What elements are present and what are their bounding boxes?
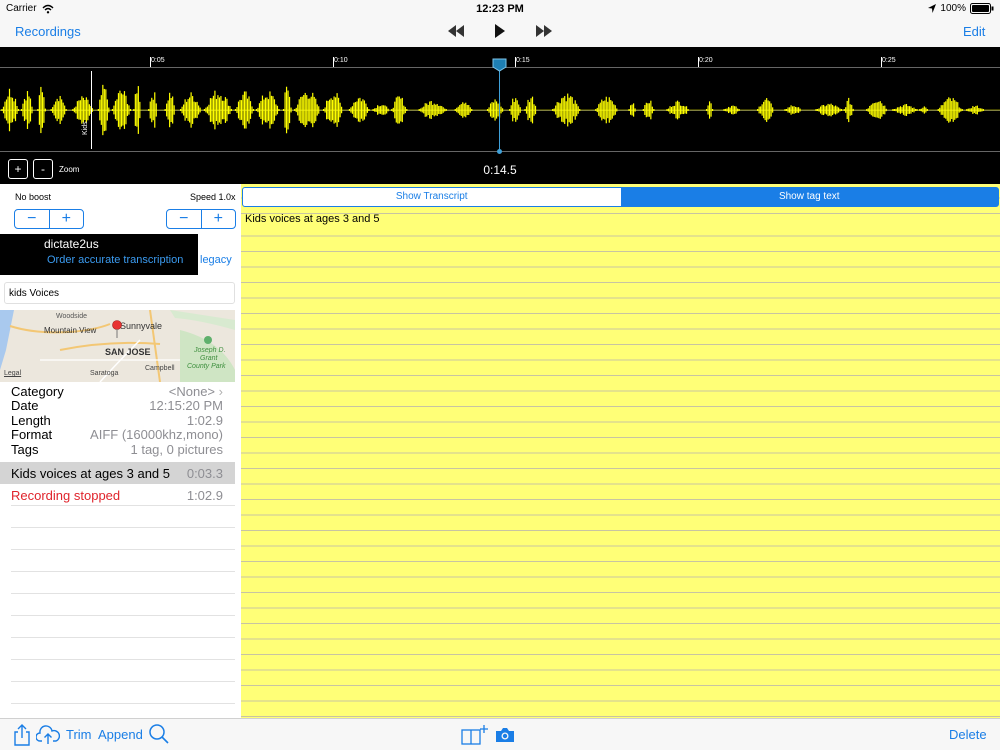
tag-time: 0:03.3 [186, 466, 223, 481]
info-label: Date [11, 398, 39, 413]
info-row-length: Length 1:02.9 [11, 413, 223, 428]
waveform-area[interactable]: 0:05 0:10 0:15 0:20 0:25 Kids + - Zoom 0… [0, 47, 1000, 184]
boost-stepper[interactable]: − + [14, 209, 84, 229]
fast-forward-icon[interactable] [536, 25, 552, 37]
show-tag-text-tab[interactable]: Show tag text [620, 188, 998, 206]
info-value: <None> [168, 384, 216, 399]
map-label: Joseph D. [194, 347, 226, 354]
speed-stepper[interactable]: − + [166, 209, 236, 229]
view-segmented-control[interactable]: Show Transcript Show tag text [242, 187, 999, 207]
info-row-category[interactable]: Category <None> › [11, 384, 223, 399]
share-icon[interactable] [13, 724, 31, 746]
waveform-graph[interactable] [0, 77, 1000, 143]
cloud-upload-icon[interactable] [36, 725, 60, 745]
info-label: Category [11, 384, 64, 399]
edit-button[interactable]: Edit [963, 24, 985, 39]
notes-panel[interactable]: Show Transcript Show tag text Kids voice… [241, 184, 1000, 718]
status-time: 12:23 PM [476, 3, 524, 15]
status-bar: Carrier 12:23 PM 100% [0, 0, 1000, 20]
map-legal-link[interactable]: Legal [4, 370, 21, 377]
note-text[interactable]: Kids voices at ages 3 and 5 [245, 213, 380, 225]
legacy-link[interactable]: legacy [200, 254, 232, 266]
info-label: Tags [11, 442, 39, 457]
dictate-title: dictate2us [44, 237, 99, 251]
trim-button[interactable]: Trim [66, 727, 92, 742]
recording-name-text: kids Voices [9, 288, 60, 299]
speed-decrease-button[interactable]: − [167, 210, 201, 228]
map-label: Grant [200, 355, 218, 362]
map-label: SAN JOSE [105, 347, 151, 357]
playhead-time: 0:14.5 [483, 163, 517, 177]
location-map[interactable]: Woodside Sunnyvale Mountain View SAN JOS… [0, 310, 235, 382]
left-panel: No boost Speed 1.0x − + − + dictate2us O… [0, 184, 240, 718]
playhead-line [499, 67, 500, 151]
tag-row[interactable]: Recording stopped 1:02.9 [0, 485, 235, 507]
tick-label: 0:20 [699, 57, 713, 64]
tag-marker-label: Kids [82, 121, 89, 135]
rewind-icon[interactable] [448, 25, 464, 37]
bottom-toolbar: Trim Append Delete [0, 718, 1000, 750]
info-row-date: Date 12:15:20 PM [11, 398, 223, 413]
tag-time: 1:02.9 [186, 488, 223, 503]
battery-indicator: 100% [928, 3, 994, 14]
info-label: Length [11, 413, 51, 428]
tick-label: 0:10 [334, 57, 348, 64]
battery-percent: 100% [940, 3, 966, 14]
boost-label: No boost [15, 192, 52, 202]
map-label: Saratoga [90, 370, 119, 377]
map-pin-icon [112, 320, 122, 338]
tag-text: Recording stopped [11, 488, 121, 503]
tick-label: 0:05 [151, 57, 165, 64]
map-label: County Park [187, 363, 226, 370]
boost-increase-button[interactable]: + [48, 210, 84, 228]
boost-decrease-button[interactable]: − [15, 210, 49, 228]
tag-text: Kids voices at ages 3 and 5 [11, 466, 170, 481]
info-value: 1 tag, 0 pictures [130, 442, 224, 457]
info-value: 1:02.9 [186, 413, 223, 428]
info-row-tags: Tags 1 tag, 0 pictures [11, 442, 223, 457]
tick-label: 0:15 [516, 57, 530, 64]
speed-label: Speed 1.0x [190, 192, 236, 202]
speed-increase-button[interactable]: + [200, 210, 236, 228]
battery-icon [970, 3, 994, 14]
camera-icon[interactable] [495, 727, 515, 743]
playhead-base-dot [497, 149, 502, 154]
map-label: Woodside [56, 313, 88, 320]
info-value: AIFF (16000khz,mono) [90, 427, 223, 442]
tick-label: 0:25 [882, 57, 896, 64]
info-row-format: Format AIFF (16000khz,mono) [11, 427, 223, 442]
map-label: Sunnyvale [120, 321, 163, 331]
dictate-banner[interactable]: dictate2us Order accurate transcription [0, 234, 198, 275]
info-label: Format [11, 427, 53, 442]
nav-bar: Recordings Edit [0, 20, 1000, 47]
delete-button[interactable]: Delete [949, 727, 987, 742]
recording-name-field[interactable]: kids Voices [4, 282, 235, 304]
playhead-handle-icon[interactable] [492, 58, 507, 72]
info-value: 12:15:20 PM [149, 398, 223, 413]
tag-marker-line [91, 71, 92, 149]
search-icon[interactable] [148, 723, 170, 745]
show-transcript-tab[interactable]: Show Transcript [243, 188, 621, 206]
map-label: Mountain View [44, 326, 97, 335]
play-icon[interactable] [494, 24, 506, 38]
location-arrow-icon [928, 4, 937, 13]
split-view-add-icon[interactable] [461, 724, 489, 746]
tag-row-selected[interactable]: Kids voices at ages 3 and 5 0:03.3 [0, 462, 235, 484]
chevron-right-icon: › [218, 384, 223, 399]
order-transcription-link[interactable]: Order accurate transcription [47, 254, 183, 266]
recordings-button[interactable]: Recordings [15, 24, 81, 39]
append-button[interactable]: Append [98, 727, 143, 742]
map-label: Campbell [145, 365, 175, 372]
